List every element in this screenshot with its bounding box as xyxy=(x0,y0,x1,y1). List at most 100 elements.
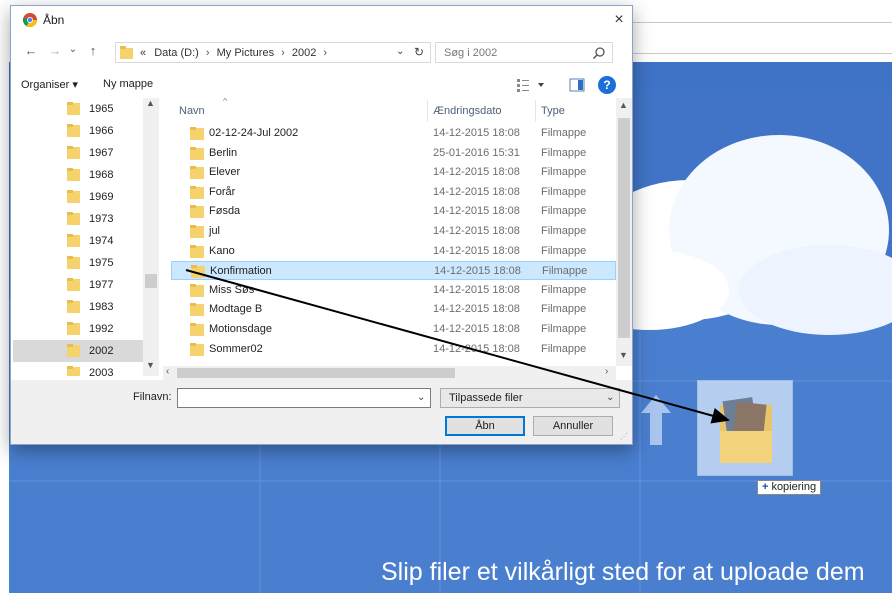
breadcrumb-item[interactable]: 2002 xyxy=(292,47,316,59)
nav-folder-label: 2002 xyxy=(89,345,114,357)
nav-folder-item[interactable]: 1977 xyxy=(13,274,153,296)
search-icon[interactable] xyxy=(592,46,606,60)
refresh-icon[interactable]: ↻ xyxy=(414,45,424,59)
scroll-down-icon[interactable]: ▼ xyxy=(619,350,628,360)
breadcrumb-overflow[interactable]: « xyxy=(140,47,146,59)
address-bar[interactable] xyxy=(609,22,892,54)
file-row[interactable]: Forår 14-12-2015 18:08 Filmappe xyxy=(171,183,616,202)
nav-scrollbar[interactable] xyxy=(143,98,159,376)
chevron-down-icon[interactable]: ⌄ xyxy=(396,46,404,57)
scroll-right-icon[interactable]: › xyxy=(605,366,608,377)
column-divider[interactable] xyxy=(535,100,536,122)
file-row[interactable]: Elever 14-12-2015 18:08 Filmappe xyxy=(171,163,616,182)
nav-folder-item[interactable]: 1992 xyxy=(13,318,153,340)
up-arrow-icon[interactable]: ↑ xyxy=(85,43,101,58)
nav-folder-label: 1983 xyxy=(89,301,114,313)
file-list-scrollbar-thumb[interactable] xyxy=(618,118,630,338)
chevron-right-icon[interactable]: › xyxy=(323,47,327,59)
drag-preview xyxy=(697,380,793,476)
nav-folder-item[interactable]: 2003 xyxy=(13,362,153,376)
file-row[interactable]: 02-12-24-Jul 2002 14-12-2015 18:08 Filmapp… xyxy=(171,124,616,143)
scroll-up-icon[interactable]: ▲ xyxy=(619,100,628,110)
nav-folder-item[interactable]: 1974 xyxy=(13,230,153,252)
breadcrumb-item[interactable]: My Pictures xyxy=(217,47,274,59)
sort-ascending-icon: ^ xyxy=(223,98,228,106)
file-row[interactable]: Miss Søs 14-12-2015 18:08 Filmappe xyxy=(171,281,616,300)
file-date: 14-12-2015 18:08 xyxy=(433,225,520,237)
file-name: Konfirmation xyxy=(210,265,272,278)
nav-folder-item[interactable]: 1965 xyxy=(13,98,153,120)
nav-folder-item[interactable]: 1973 xyxy=(13,208,153,230)
dialog-footer: Filnavn: ⌄ Tilpassede filer ⌄ Åbn Annull… xyxy=(11,380,632,444)
folder-icon xyxy=(190,225,204,238)
folder-icon xyxy=(67,366,80,376)
scroll-down-icon[interactable]: ▼ xyxy=(146,360,155,370)
close-button[interactable]: × xyxy=(609,11,629,29)
chevron-right-icon[interactable]: › xyxy=(281,47,285,59)
preview-pane-icon[interactable] xyxy=(569,77,585,93)
file-type: Filmappe xyxy=(541,283,587,296)
folder-with-photos-icon xyxy=(720,397,772,463)
scroll-left-icon[interactable]: ‹ xyxy=(166,366,169,377)
file-date: 14-12-2015 18:08 xyxy=(433,323,520,335)
nav-folder-item[interactable]: 1968 xyxy=(13,164,153,186)
file-row[interactable]: Motionsdage 14-12-2015 18:08 Filmappe xyxy=(171,320,616,339)
file-row[interactable]: Føsda 14-12-2015 18:08 Filmappe xyxy=(171,202,616,221)
file-row[interactable]: Berlin 25-01-2016 15:31 Filmappe xyxy=(171,144,616,163)
nav-folder-item[interactable]: 1966 xyxy=(13,120,153,142)
nav-folder-item[interactable]: 1975 xyxy=(13,252,153,274)
folder-icon xyxy=(191,265,205,279)
folder-icon xyxy=(190,323,204,336)
file-row[interactable]: Kano 14-12-2015 18:08 Filmappe xyxy=(171,242,616,261)
file-row[interactable]: jul 14-12-2015 18:08 Filmappe xyxy=(171,222,616,241)
filename-input[interactable]: ⌄ xyxy=(177,388,431,408)
file-date: 14-12-2015 18:08 xyxy=(433,244,520,257)
column-header-type[interactable]: Type xyxy=(541,105,565,117)
chevron-down-icon[interactable]: ⌄ xyxy=(417,392,425,403)
chevron-down-icon: ⌄ xyxy=(606,392,615,403)
nav-folder-item[interactable]: 1969 xyxy=(13,186,153,208)
forward-arrow-icon[interactable]: → xyxy=(47,43,63,58)
folder-icon xyxy=(190,146,204,160)
column-header-date[interactable]: Ændringsdato xyxy=(433,105,502,117)
cancel-button[interactable]: Annuller xyxy=(533,416,613,436)
dialog-titlebar[interactable]: Åbn × xyxy=(11,6,632,34)
nav-scrollbar-thumb[interactable] xyxy=(145,274,157,288)
folder-icon xyxy=(190,342,204,356)
recent-locations-icon[interactable]: ⌄ xyxy=(65,44,81,55)
back-arrow-icon[interactable]: ← xyxy=(23,43,39,58)
nav-folder-label: 1965 xyxy=(89,103,114,115)
open-button[interactable]: Åbn xyxy=(445,416,525,436)
file-date: 14-12-2015 18:08 xyxy=(433,185,520,198)
search-placeholder: Søg i 2002 xyxy=(444,47,498,59)
folder-icon xyxy=(67,190,80,203)
file-row[interactable]: Modtage B 14-12-2015 18:08 Filmappe xyxy=(171,300,616,319)
file-date: 14-12-2015 18:08 xyxy=(433,303,520,316)
chevron-right-icon[interactable]: › xyxy=(206,47,210,59)
column-header-name[interactable]: Navn xyxy=(179,105,205,117)
view-options-icon[interactable] xyxy=(516,77,550,93)
file-type: Filmappe xyxy=(541,323,587,335)
new-folder-button[interactable]: Ny mappe xyxy=(103,78,153,90)
resize-grip-icon[interactable]: ⋰ xyxy=(620,432,628,441)
breadcrumb-item[interactable]: Data (D:) xyxy=(154,47,199,59)
file-row[interactable]: Konfirmation 14-12-2015 18:08 Filmappe xyxy=(171,261,616,281)
copy-badge-label: kopiering xyxy=(771,481,817,493)
nav-folder-item[interactable]: 1967 xyxy=(13,142,153,164)
file-row[interactable]: Sommer02 14-12-2015 18:08 Filmappe xyxy=(171,340,616,359)
nav-folder-item[interactable]: 2002 xyxy=(13,340,153,362)
nav-folder-item[interactable]: 1983 xyxy=(13,296,153,318)
horizontal-scrollbar-thumb[interactable] xyxy=(177,368,455,378)
search-input[interactable]: Søg i 2002 xyxy=(435,42,613,63)
scroll-up-icon[interactable]: ▲ xyxy=(146,98,155,108)
column-divider[interactable] xyxy=(427,100,428,122)
nav-folder-label: 1992 xyxy=(89,323,114,335)
folder-icon xyxy=(190,303,204,317)
address-path[interactable]: « Data (D:) › My Pictures › 2002 › ⌄ ↻ xyxy=(115,42,431,63)
file-type-select[interactable]: Tilpassede filer ⌄ xyxy=(440,388,620,408)
grid-divider xyxy=(639,300,641,593)
nav-folder-label: 1969 xyxy=(89,191,114,203)
help-icon[interactable]: ? xyxy=(598,76,616,94)
organize-button[interactable]: Organiser ▾ xyxy=(21,78,78,91)
file-name: Sommer02 xyxy=(209,342,263,355)
